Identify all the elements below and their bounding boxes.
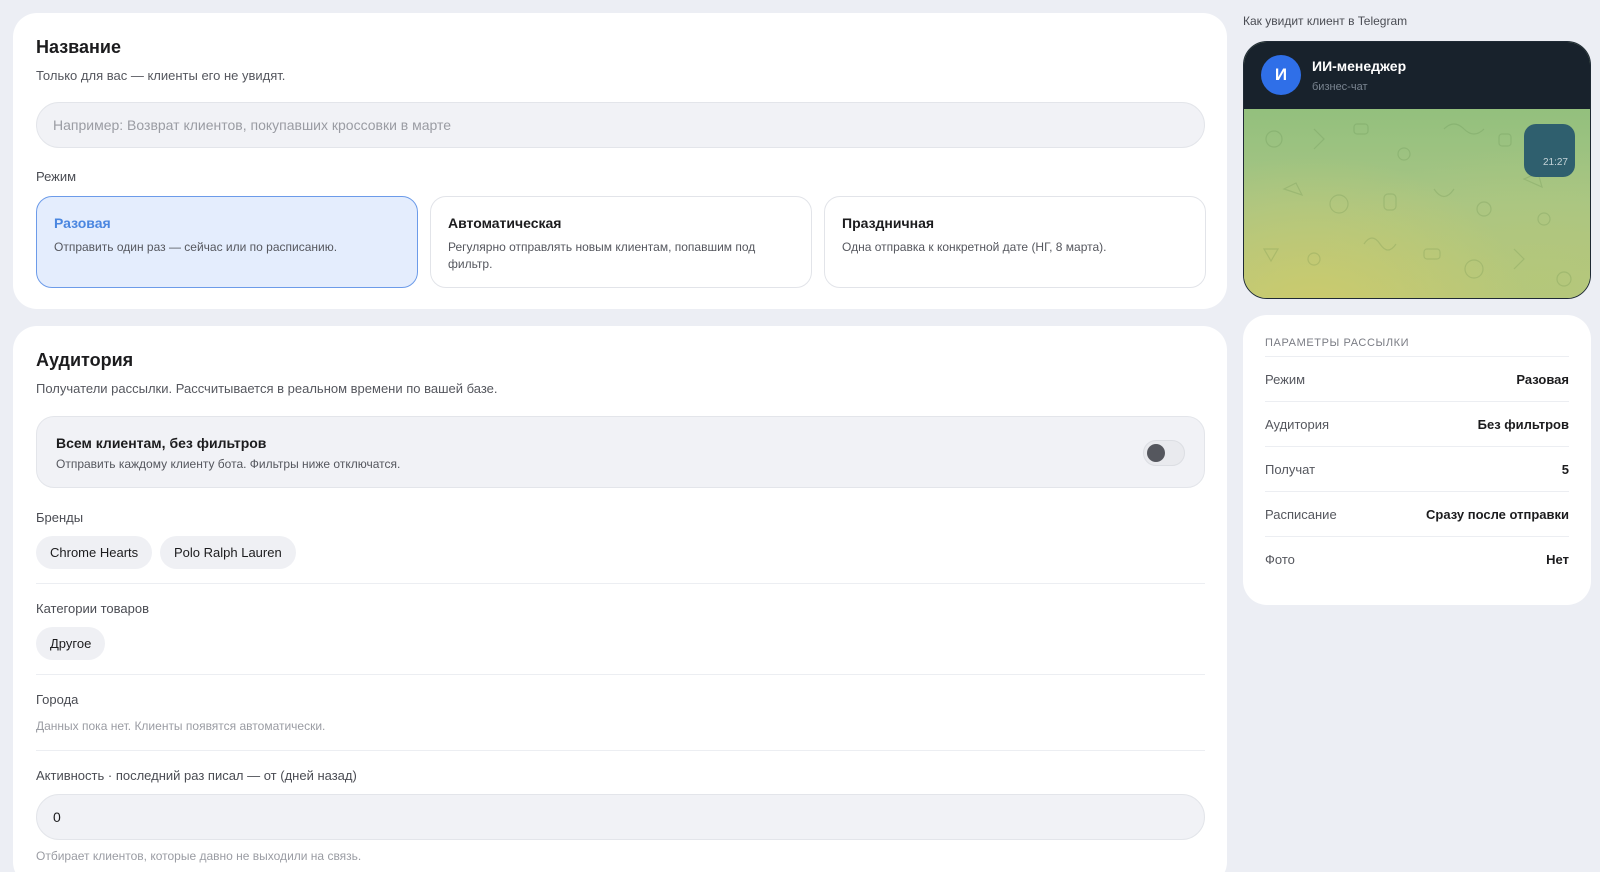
cities-label: Города — [36, 692, 79, 707]
brands-label: Бренды — [36, 510, 84, 525]
divider — [36, 583, 1205, 584]
campaign-name-input[interactable] — [36, 102, 1205, 148]
mode-description: Регулярно отправлять новым клиентам, поп… — [448, 240, 756, 271]
param-row-mode: Режим Разовая — [1265, 356, 1569, 401]
name-title: Название — [36, 37, 121, 57]
chat-background: 21:27 — [1244, 109, 1590, 298]
mode-title: Автоматическая — [448, 215, 562, 231]
activity-label: Активность · последний раз писал — от (д… — [36, 768, 357, 783]
params-title: ПАРАМЕТРЫ РАССЫЛКИ — [1265, 337, 1410, 349]
category-chip[interactable]: Другое — [36, 627, 106, 660]
param-row-recipients: Получат 5 — [1265, 446, 1569, 491]
param-key: Фото — [1265, 552, 1295, 567]
bot-avatar: И — [1261, 55, 1301, 95]
activity-days-input[interactable] — [36, 794, 1205, 840]
mode-option-holiday[interactable]: Праздничная Одна отправка к конкретной д… — [824, 196, 1206, 288]
param-row-photo: Фото Нет — [1265, 536, 1569, 581]
bot-status: бизнес-чат — [1312, 81, 1368, 93]
all-clients-description: Отправить каждому клиенту бота. Фильтры … — [56, 457, 401, 471]
param-key: Получат — [1265, 462, 1316, 477]
mode-option-automatic[interactable]: Автоматическая Регулярно отправлять новы… — [430, 196, 812, 288]
mode-title: Праздничная — [842, 215, 935, 231]
audience-title: Аудитория — [36, 350, 134, 370]
params-card: ПАРАМЕТРЫ РАССЫЛКИ Режим Разовая Аудитор… — [1243, 315, 1591, 605]
param-key: Расписание — [1265, 507, 1337, 522]
activity-hint: Отбирает клиентов, которые давно не выхо… — [36, 849, 362, 863]
all-clients-toggle[interactable] — [1143, 440, 1185, 466]
divider — [36, 750, 1205, 751]
param-value: Разовая — [1516, 372, 1569, 387]
param-row-audience: Аудитория Без фильтров — [1265, 401, 1569, 446]
cities-empty-text: Данных пока нет. Клиенты появятся автома… — [36, 719, 326, 733]
mode-description: Отправить один раз — сейчас или по распи… — [54, 240, 338, 254]
bot-name: ИИ-менеджер — [1312, 58, 1407, 74]
categories-label: Категории товаров — [36, 601, 150, 616]
toggle-knob — [1147, 444, 1165, 462]
mode-label: Режим — [36, 169, 77, 184]
mode-option-one-time[interactable]: Разовая Отправить один раз — сейчас или … — [36, 196, 418, 288]
mode-title: Разовая — [54, 215, 111, 231]
telegram-preview: И ИИ-менеджер бизнес-чат 21:27 — [1243, 41, 1591, 299]
all-clients-row: Всем клиентам, без фильтров Отправить ка… — [36, 416, 1205, 488]
brand-chip[interactable]: Polo Ralph Lauren — [160, 536, 296, 569]
param-key: Аудитория — [1265, 417, 1330, 432]
mode-description: Одна отправка к конкретной дате (НГ, 8 м… — [842, 240, 1107, 254]
divider — [36, 674, 1205, 675]
preview-caption: Как увидит клиент в Telegram — [1243, 14, 1408, 28]
param-value: Сразу после отправки — [1426, 507, 1569, 522]
param-value: Без фильтров — [1477, 417, 1569, 432]
param-key: Режим — [1265, 372, 1306, 387]
audience-card: Аудитория Получатели рассылки. Рассчитыв… — [13, 326, 1227, 872]
message-time: 21:27 — [1542, 157, 1568, 168]
all-clients-title: Всем клиентам, без фильтров — [56, 435, 267, 451]
param-row-schedule: Расписание Сразу после отправки — [1265, 491, 1569, 536]
brand-chip[interactable]: Chrome Hearts — [36, 536, 153, 569]
audience-subtitle: Получатели рассылки. Рассчитывается в ре… — [36, 381, 498, 396]
name-subtitle: Только для вас — клиенты его не увидят. — [36, 68, 286, 83]
param-value: Нет — [1546, 552, 1569, 567]
name-card: Название Только для вас — клиенты его не… — [13, 13, 1227, 309]
chat-header: И ИИ-менеджер бизнес-чат — [1244, 42, 1590, 109]
param-value: 5 — [1561, 462, 1569, 477]
message-bubble: 21:27 — [1524, 124, 1575, 177]
